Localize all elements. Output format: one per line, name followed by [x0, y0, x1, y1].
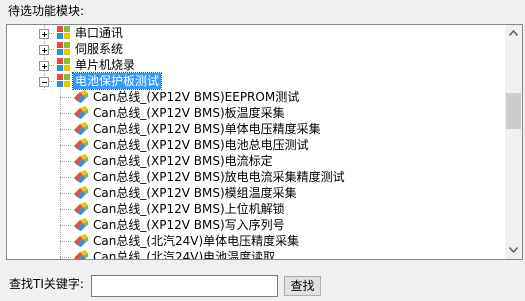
tree-item-label-selected: 电池保护板测试 [71, 72, 163, 90]
tree-connector [60, 129, 71, 130]
tree-connector [60, 225, 71, 226]
four-color-squares-icon [57, 74, 71, 88]
tree-item-label: Can总线_(XP12V BMS)写入序列号 [93, 218, 285, 232]
scroll-up-button[interactable] [505, 25, 522, 42]
tree-test-item-8[interactable]: Can总线_(XP12V BMS)写入序列号 [7, 217, 505, 233]
tree-item-label: 串口通讯 [75, 26, 124, 40]
tree-test-item-0[interactable]: Can总线_(XP12V BMS)EEPROM测试 [7, 89, 505, 105]
available-modules-label: 待选功能模块: [8, 4, 85, 18]
tree-item-label: Can总线_(北汽24V)电池温度读取 [93, 250, 276, 259]
tree-item-label: Can总线_(XP12V BMS)单体电压精度采集 [93, 122, 321, 136]
tree-item-label: Can总线_(XP12V BMS)上位机解锁 [93, 202, 285, 216]
four-color-squares-icon [57, 42, 71, 56]
colorful-test-item-icon [74, 202, 88, 215]
tree-connector [60, 257, 71, 258]
colorful-test-item-icon [74, 186, 88, 199]
plus-expander-icon[interactable] [39, 45, 49, 55]
colorful-test-item-icon [74, 250, 88, 259]
tree-item-label: Can总线_(XP12V BMS)EEPROM测试 [93, 90, 300, 104]
tree-item-label: Can总线_(XP12V BMS)模组温度采集 [93, 186, 297, 200]
tree-test-item-5[interactable]: Can总线_(XP12V BMS)放电电流采集精度测试 [7, 169, 505, 185]
tree-connector [60, 113, 71, 114]
tree-test-item-4[interactable]: Can总线_(XP12V BMS)电流标定 [7, 153, 505, 169]
tree-connector [60, 193, 71, 194]
search-button[interactable]: 查找 [284, 276, 321, 296]
tree-item-label: Can总线_(XP12V BMS)电流标定 [93, 154, 273, 168]
tree-group-2[interactable]: 单片机烧录 [7, 57, 505, 73]
chevron-down-icon [509, 247, 518, 253]
module-tree[interactable]: 串口通讯伺服系统单片机烧录 电池保护板测试 Can总线_(XP12V BMS)EEP… [6, 24, 523, 260]
tree-connector [60, 241, 71, 242]
colorful-test-item-icon [74, 106, 88, 119]
tree-group-0[interactable]: 串口通讯 [7, 25, 505, 41]
colorful-test-item-icon [74, 170, 88, 183]
scroll-thumb[interactable] [506, 93, 521, 129]
colorful-test-item-icon [74, 122, 88, 135]
tree-test-item-7[interactable]: Can总线_(XP12V BMS)上位机解锁 [7, 201, 505, 217]
tree-group-3[interactable]: 电池保护板测试 [7, 72, 505, 90]
tree-test-item-3[interactable]: Can总线_(XP12V BMS)电池总电压测试 [7, 137, 505, 153]
tree-connector [60, 177, 71, 178]
colorful-test-item-icon [74, 218, 88, 231]
tree-item-label: Can总线_(XP12V BMS)电池总电压测试 [93, 138, 309, 152]
plus-expander-icon[interactable] [39, 29, 49, 39]
tree-group-1[interactable]: 伺服系统 [7, 41, 505, 57]
colorful-test-item-icon [74, 154, 88, 167]
tree-test-item-9[interactable]: Can总线_(北汽24V)单体电压精度采集 [7, 233, 505, 249]
vertical-scrollbar[interactable] [505, 25, 522, 259]
colorful-test-item-icon [74, 90, 88, 103]
tree-test-item-1[interactable]: Can总线_(XP12V BMS)板温度采集 [7, 105, 505, 121]
tree-test-item-6[interactable]: Can总线_(XP12V BMS)模组温度采集 [7, 185, 505, 201]
tree-connector [60, 145, 71, 146]
four-color-squares-icon [57, 58, 71, 72]
tree-connector [60, 209, 71, 210]
minus-expander-icon[interactable] [39, 77, 49, 87]
chevron-up-icon [509, 30, 518, 36]
four-color-squares-icon [57, 26, 71, 40]
tree-item-label: 伺服系统 [75, 42, 124, 56]
tree-item-label: Can总线_(XP12V BMS)放电电流采集精度测试 [93, 170, 345, 184]
search-label: 查找TI关键字: [9, 277, 84, 291]
tree-item-label: 单片机烧录 [75, 58, 136, 72]
tree-test-item-2[interactable]: Can总线_(XP12V BMS)单体电压精度采集 [7, 121, 505, 137]
tree-item-label: Can总线_(XP12V BMS)板温度采集 [93, 106, 285, 120]
tree-connector [60, 161, 71, 162]
tree-connector [60, 97, 71, 98]
search-input[interactable] [91, 275, 278, 297]
scroll-down-button[interactable] [505, 242, 522, 259]
tree-content: 串口通讯伺服系统单片机烧录 电池保护板测试 Can总线_(XP12V BMS)EEP… [7, 25, 505, 259]
tree-test-item-10[interactable]: Can总线_(北汽24V)电池温度读取 [7, 249, 505, 259]
tree-item-label: Can总线_(北汽24V)单体电压精度采集 [93, 234, 300, 248]
colorful-test-item-icon [74, 138, 88, 151]
colorful-test-item-icon [74, 234, 88, 247]
plus-expander-icon[interactable] [39, 61, 49, 71]
